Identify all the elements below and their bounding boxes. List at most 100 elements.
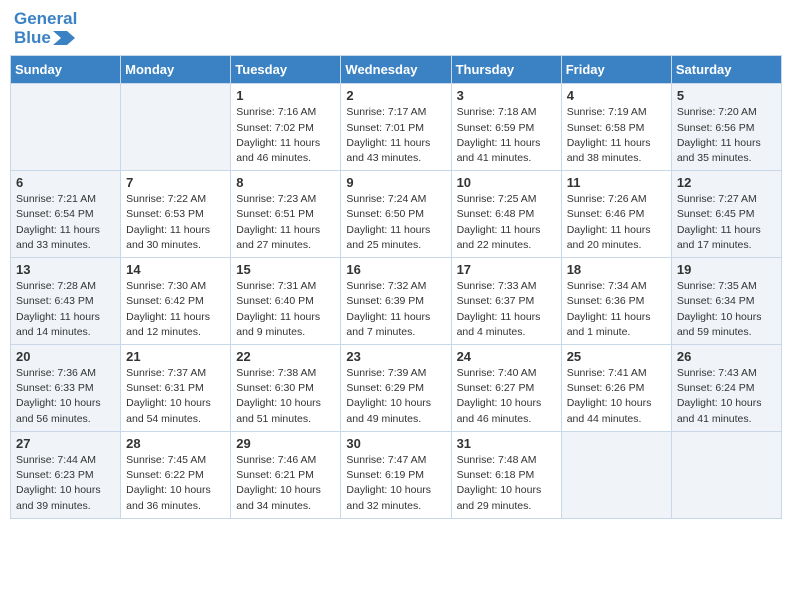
day-number: 14 [126,262,225,277]
calendar-cell [671,431,781,518]
day-info: Sunrise: 7:27 AMSunset: 6:45 PMDaylight:… [677,192,776,253]
page-header: General Blue [10,10,782,47]
day-info: Sunrise: 7:16 AMSunset: 7:02 PMDaylight:… [236,105,335,166]
day-number: 1 [236,88,335,103]
calendar-week-row: 6 Sunrise: 7:21 AMSunset: 6:54 PMDaylight… [11,171,782,258]
weekday-header: Wednesday [341,56,451,84]
calendar-cell: 15Sunrise: 7:31 AMSunset: 6:40 PMDayligh… [231,258,341,345]
day-number: 17 [457,262,556,277]
logo: General Blue [14,10,77,47]
calendar-cell: 13 Sunrise: 7:28 AMSunset: 6:43 PMDayligh… [11,258,121,345]
day-info: Sunrise: 7:31 AMSunset: 6:40 PMDaylight:… [236,279,335,340]
day-number: 9 [346,175,445,190]
day-number: 22 [236,349,335,364]
day-number: 28 [126,436,225,451]
day-number: 11 [567,175,666,190]
calendar-cell: 1 Sunrise: 7:16 AMSunset: 7:02 PMDaylight… [231,84,341,171]
calendar-cell: 31 Sunrise: 7:48 AMSunset: 6:18 PMDayligh… [451,431,561,518]
day-info: Sunrise: 7:45 AMSunset: 6:22 PMDaylight:… [126,453,225,514]
day-info: Sunrise: 7:28 AMSunset: 6:43 PMDaylight:… [16,279,115,340]
calendar-cell: 12 Sunrise: 7:27 AMSunset: 6:45 PMDayligh… [671,171,781,258]
day-info: Sunrise: 7:44 AMSunset: 6:23 PMDaylight:… [16,453,115,514]
calendar-cell: 24 Sunrise: 7:40 AMSunset: 6:27 PMDayligh… [451,345,561,432]
weekday-header: Saturday [671,56,781,84]
calendar-cell: 18 Sunrise: 7:34 AMSunset: 6:36 PMDayligh… [561,258,671,345]
weekday-header: Sunday [11,56,121,84]
day-number: 24 [457,349,556,364]
calendar-cell: 11 Sunrise: 7:26 AMSunset: 6:46 PMDayligh… [561,171,671,258]
day-number: 5 [677,88,776,103]
calendar-cell: 6 Sunrise: 7:21 AMSunset: 6:54 PMDaylight… [11,171,121,258]
day-number: 26 [677,349,776,364]
calendar-cell: 17 Sunrise: 7:33 AMSunset: 6:37 PMDayligh… [451,258,561,345]
day-number: 25 [567,349,666,364]
calendar-week-row: 13 Sunrise: 7:28 AMSunset: 6:43 PMDayligh… [11,258,782,345]
calendar-cell: 4 Sunrise: 7:19 AMSunset: 6:58 PMDaylight… [561,84,671,171]
calendar-cell: 5 Sunrise: 7:20 AMSunset: 6:56 PMDaylight… [671,84,781,171]
calendar-cell: 22 Sunrise: 7:38 AMSunset: 6:30 PMDayligh… [231,345,341,432]
calendar-cell: 8 Sunrise: 7:23 AMSunset: 6:51 PMDaylight… [231,171,341,258]
day-info: Sunrise: 7:38 AMSunset: 6:30 PMDaylight:… [236,366,335,427]
day-info: Sunrise: 7:23 AMSunset: 6:51 PMDaylight:… [236,192,335,253]
day-info: Sunrise: 7:21 AMSunset: 6:54 PMDaylight:… [16,192,115,253]
day-info: Sunrise: 7:47 AMSunset: 6:19 PMDaylight:… [346,453,445,514]
logo-arrow-icon [53,29,75,47]
calendar-week-row: 1 Sunrise: 7:16 AMSunset: 7:02 PMDaylight… [11,84,782,171]
day-info: Sunrise: 7:37 AMSunset: 6:31 PMDaylight:… [126,366,225,427]
day-number: 18 [567,262,666,277]
weekday-header: Thursday [451,56,561,84]
calendar-cell [561,431,671,518]
day-number: 29 [236,436,335,451]
day-number: 13 [16,262,115,277]
day-number: 4 [567,88,666,103]
logo-text-blue: Blue [14,29,51,48]
weekday-header-row: SundayMondayTuesdayWednesdayThursdayFrid… [11,56,782,84]
calendar-cell: 21 Sunrise: 7:37 AMSunset: 6:31 PMDayligh… [121,345,231,432]
calendar-cell: 23Sunrise: 7:39 AMSunset: 6:29 PMDayligh… [341,345,451,432]
day-info: Sunrise: 7:40 AMSunset: 6:27 PMDaylight:… [457,366,556,427]
day-info: Sunrise: 7:48 AMSunset: 6:18 PMDaylight:… [457,453,556,514]
calendar-cell: 7 Sunrise: 7:22 AMSunset: 6:53 PMDaylight… [121,171,231,258]
day-info: Sunrise: 7:43 AMSunset: 6:24 PMDaylight:… [677,366,776,427]
day-number: 8 [236,175,335,190]
calendar-cell: 3 Sunrise: 7:18 AMSunset: 6:59 PMDaylight… [451,84,561,171]
day-number: 3 [457,88,556,103]
calendar-cell: 30 Sunrise: 7:47 AMSunset: 6:19 PMDayligh… [341,431,451,518]
calendar-cell: 9 Sunrise: 7:24 AMSunset: 6:50 PMDaylight… [341,171,451,258]
day-info: Sunrise: 7:19 AMSunset: 6:58 PMDaylight:… [567,105,666,166]
calendar-cell: 16Sunrise: 7:32 AMSunset: 6:39 PMDayligh… [341,258,451,345]
day-info: Sunrise: 7:22 AMSunset: 6:53 PMDaylight:… [126,192,225,253]
day-info: Sunrise: 7:35 AMSunset: 6:34 PMDaylight:… [677,279,776,340]
day-info: Sunrise: 7:17 AMSunset: 7:01 PMDaylight:… [346,105,445,166]
day-number: 6 [16,175,115,190]
calendar-cell: 26 Sunrise: 7:43 AMSunset: 6:24 PMDayligh… [671,345,781,432]
day-info: Sunrise: 7:26 AMSunset: 6:46 PMDaylight:… [567,192,666,253]
day-number: 10 [457,175,556,190]
day-number: 20 [16,349,115,364]
weekday-header: Monday [121,56,231,84]
calendar-cell: 2Sunrise: 7:17 AMSunset: 7:01 PMDaylight… [341,84,451,171]
day-number: 31 [457,436,556,451]
calendar-cell: 25 Sunrise: 7:41 AMSunset: 6:26 PMDayligh… [561,345,671,432]
day-info: Sunrise: 7:24 AMSunset: 6:50 PMDaylight:… [346,192,445,253]
calendar-cell: 20Sunrise: 7:36 AMSunset: 6:33 PMDayligh… [11,345,121,432]
day-info: Sunrise: 7:20 AMSunset: 6:56 PMDaylight:… [677,105,776,166]
day-info: Sunrise: 7:39 AMSunset: 6:29 PMDaylight:… [346,366,445,427]
weekday-header: Tuesday [231,56,341,84]
day-number: 30 [346,436,445,451]
calendar-cell [11,84,121,171]
day-number: 19 [677,262,776,277]
day-info: Sunrise: 7:34 AMSunset: 6:36 PMDaylight:… [567,279,666,340]
logo-text: General [14,10,77,29]
day-number: 27 [16,436,115,451]
day-number: 21 [126,349,225,364]
day-number: 12 [677,175,776,190]
calendar-cell: 14Sunrise: 7:30 AMSunset: 6:42 PMDayligh… [121,258,231,345]
day-info: Sunrise: 7:33 AMSunset: 6:37 PMDaylight:… [457,279,556,340]
calendar-week-row: 20Sunrise: 7:36 AMSunset: 6:33 PMDayligh… [11,345,782,432]
day-info: Sunrise: 7:18 AMSunset: 6:59 PMDaylight:… [457,105,556,166]
day-number: 7 [126,175,225,190]
calendar-cell: 29Sunrise: 7:46 AMSunset: 6:21 PMDayligh… [231,431,341,518]
day-info: Sunrise: 7:41 AMSunset: 6:26 PMDaylight:… [567,366,666,427]
calendar-week-row: 27 Sunrise: 7:44 AMSunset: 6:23 PMDayligh… [11,431,782,518]
